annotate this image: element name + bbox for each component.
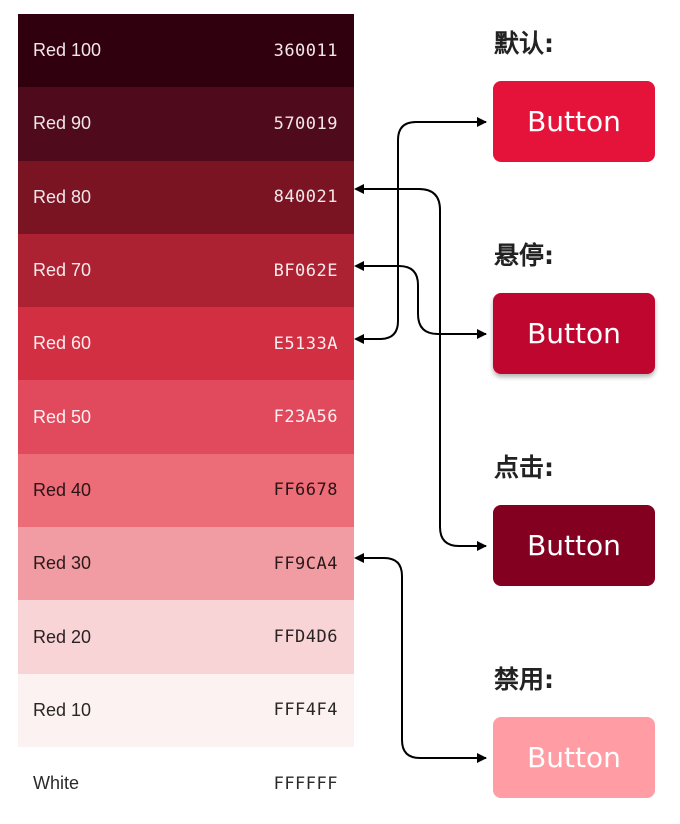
connector-start-red-80 [354, 184, 364, 194]
connector-start-red-60 [354, 334, 364, 344]
swatch-red-20: Red 20 FFD4D6 [18, 600, 354, 674]
swatch-name: Red 100 [33, 40, 102, 61]
swatch-red-30: Red 30 FF9CA4 [18, 527, 354, 601]
swatch-hex: FFFFFF [273, 773, 338, 794]
button-pressed[interactable]: Button [493, 505, 655, 586]
swatch-red-40: Red 40 FF6678 [18, 453, 354, 528]
swatch-red-50: Red 50 F23A56 [18, 380, 354, 454]
swatch-hex: 360011 [273, 40, 338, 61]
swatch-red-80: Red 80 840021 [18, 160, 354, 234]
swatch-red-70: Red 70 BF062E [18, 233, 354, 308]
swatch-name: Red 60 [33, 333, 92, 354]
connector-red-80-to-pressed [364, 188, 487, 551]
connector-red-70-to-hover [364, 265, 487, 339]
swatch-name: Red 90 [33, 113, 92, 134]
state-label-disabled: 禁用: [494, 665, 554, 694]
swatch-name: Red 40 [33, 479, 92, 500]
connector-start-red-30 [354, 553, 364, 563]
swatch-white: White FFFFFF [18, 746, 354, 821]
color-palette: Red 100 360011 Red 90 570019 Red 80 840021 … [18, 14, 354, 821]
swatch-name: Red 30 [33, 553, 92, 574]
button-hover[interactable]: Button [493, 293, 655, 374]
swatch-name: Red 20 [33, 626, 92, 647]
swatch-hex: FF6678 [273, 480, 338, 501]
swatch-hex: E5133A [273, 333, 338, 354]
swatch-hex: 840021 [273, 187, 338, 208]
swatch-name: Red 50 [33, 406, 92, 427]
swatch-hex: 570019 [273, 113, 338, 134]
state-label-default: 默认: [494, 29, 554, 58]
button-default[interactable]: Button [493, 81, 655, 162]
swatch-hex: FFD4D6 [273, 627, 338, 648]
swatch-hex: FF9CA4 [273, 553, 338, 574]
connector-red-60-to-default [364, 117, 487, 340]
swatch-hex: BF062E [273, 260, 338, 281]
state-label-hover: 悬停: [494, 241, 554, 270]
swatch-name: Red 80 [33, 186, 92, 207]
swatch-red-90: Red 90 570019 [18, 87, 354, 161]
swatch-red-100: Red 100 360011 [18, 14, 354, 88]
swatch-red-60: Red 60 E5133A [18, 307, 354, 381]
swatch-name: Red 70 [33, 260, 92, 281]
connector-start-red-70 [354, 261, 364, 271]
swatch-hex: F23A56 [273, 407, 338, 428]
swatch-name: White [33, 773, 80, 794]
button-disabled: Button [493, 717, 655, 798]
swatch-name: Red 10 [33, 699, 92, 720]
state-label-pressed: 点击: [494, 453, 554, 482]
swatch-hex: FFF4F4 [273, 700, 338, 721]
connector-red-30-to-disabled [364, 557, 487, 763]
swatch-red-10: Red 10 FFF4F4 [18, 673, 354, 747]
